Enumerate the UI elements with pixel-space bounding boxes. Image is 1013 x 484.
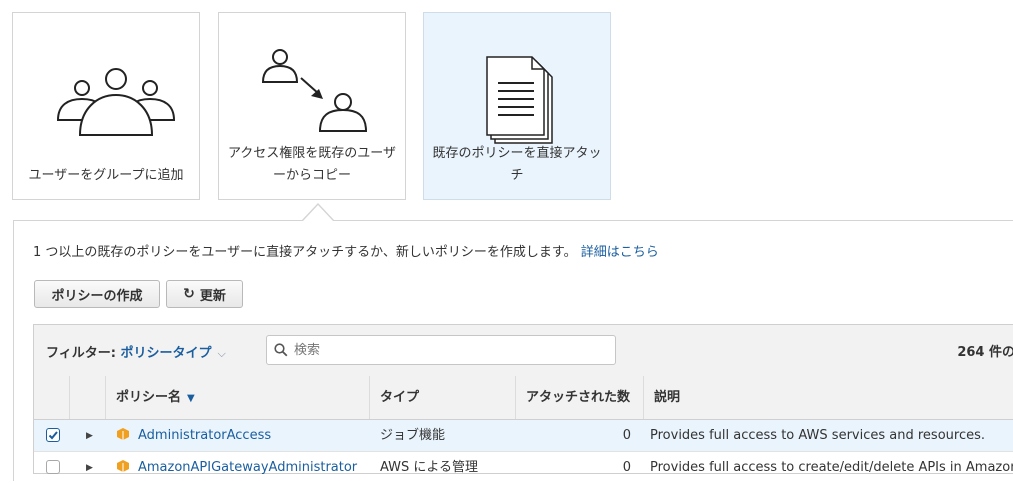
row-checkbox[interactable] — [46, 428, 60, 442]
chevron-down-icon: ⌵ — [217, 347, 226, 360]
policy-name-cell: AdministratorAccess — [116, 420, 370, 452]
option-label: 既存のポリシーを直接アタッチ — [432, 146, 602, 183]
search-box[interactable] — [266, 335, 616, 365]
policy-name-cell: AmazonAPIGatewayAdministrator — [116, 452, 370, 484]
attached-count-column-header[interactable]: アタッチされた数 — [516, 376, 644, 419]
policy-icon — [117, 460, 129, 472]
refresh-button[interactable]: ↻ 更新 — [166, 280, 243, 308]
attached-header-label: アタッチされた数 — [526, 390, 631, 405]
type-header-label: タイプ — [380, 390, 420, 405]
table-row[interactable]: ▶ AmazonAPIGatewayAdministrator AWS による管… — [34, 452, 1013, 484]
checkmark-icon — [48, 431, 58, 440]
attached-count-cell: 0 — [622, 428, 631, 443]
create-policy-button[interactable]: ポリシーの作成 — [34, 280, 160, 308]
filter-value: ポリシータイプ — [120, 346, 212, 361]
attach-existing-policies-option[interactable]: 既存のポリシーを直接アタッチ — [423, 12, 611, 200]
expand-row-icon[interactable]: ▶ — [86, 420, 93, 452]
policy-name-header-label: ポリシー名 — [116, 390, 182, 405]
policy-name-column-header[interactable]: ポリシー名 ▼ — [106, 376, 370, 419]
result-count: 264 件の — [957, 345, 1013, 360]
copy-permissions-option[interactable]: アクセス権限を既存のユーザーからコピー — [218, 12, 406, 200]
row-checkbox[interactable] — [46, 460, 60, 474]
policy-type-cell: AWS による管理 — [380, 460, 479, 475]
policy-type-filter-dropdown[interactable]: ポリシータイプ ⌵ — [120, 346, 225, 361]
filter-bar: フィルター: ポリシータイプ ⌵ 264 件の — [34, 325, 1013, 377]
create-policy-label: ポリシーの作成 — [51, 288, 143, 304]
search-input[interactable] — [292, 341, 596, 359]
select-column-header — [34, 376, 70, 419]
description-text: 1 つ以上の既存のポリシーをユーザーに直接アタッチするか、新しいポリシーを作成し… — [33, 245, 577, 260]
selection-pointer-fill — [303, 205, 333, 221]
refresh-icon: ↻ — [183, 286, 195, 302]
expand-row-icon[interactable]: ▶ — [86, 452, 93, 484]
add-user-to-group-option[interactable]: ユーザーをグループに追加 — [12, 12, 200, 200]
attached-count-cell: 0 — [622, 460, 631, 475]
expand-column-header — [70, 376, 106, 419]
description-column-header[interactable]: 説明 — [644, 376, 1013, 419]
refresh-label: 更新 — [199, 288, 226, 304]
filter-label-group: フィルター: ポリシータイプ ⌵ — [46, 342, 226, 361]
type-column-header[interactable]: タイプ — [370, 376, 516, 419]
filter-label: フィルター: — [46, 346, 116, 361]
policy-description-cell: Provides full access to AWS services and… — [650, 428, 985, 443]
option-label: ユーザーをグループに追加 — [28, 168, 184, 183]
policy-type-cell: ジョブ機能 — [380, 428, 446, 443]
policy-icon — [117, 428, 129, 440]
copy-user-permissions-icon — [261, 49, 368, 132]
policy-name-link[interactable]: AdministratorAccess — [138, 428, 271, 443]
learn-more-link[interactable]: 詳細はこちら — [581, 245, 659, 260]
policy-table: フィルター: ポリシータイプ ⌵ 264 件の ポリシー名 ▼ タイプ アタッチされ… — [33, 324, 1013, 475]
table-header: ポリシー名 ▼ タイプ アタッチされた数 説明 — [34, 376, 1013, 420]
sort-descending-icon: ▼ — [187, 393, 195, 404]
table-row[interactable]: ▶ AdministratorAccess ジョブ機能 0 Provides f… — [34, 420, 1013, 452]
description-header-label: 説明 — [654, 390, 681, 405]
option-label: アクセス権限を既存のユーザーからコピー — [227, 146, 397, 183]
search-icon — [274, 343, 288, 357]
policy-description-text: 1 つ以上の既存のポリシーをユーザーに直接アタッチするか、新しいポリシーを作成し… — [33, 241, 659, 260]
policy-document-icon — [486, 56, 553, 144]
policy-description-cell: Provides full access to create/edit/dele… — [650, 460, 1013, 475]
group-users-icon — [56, 68, 176, 136]
